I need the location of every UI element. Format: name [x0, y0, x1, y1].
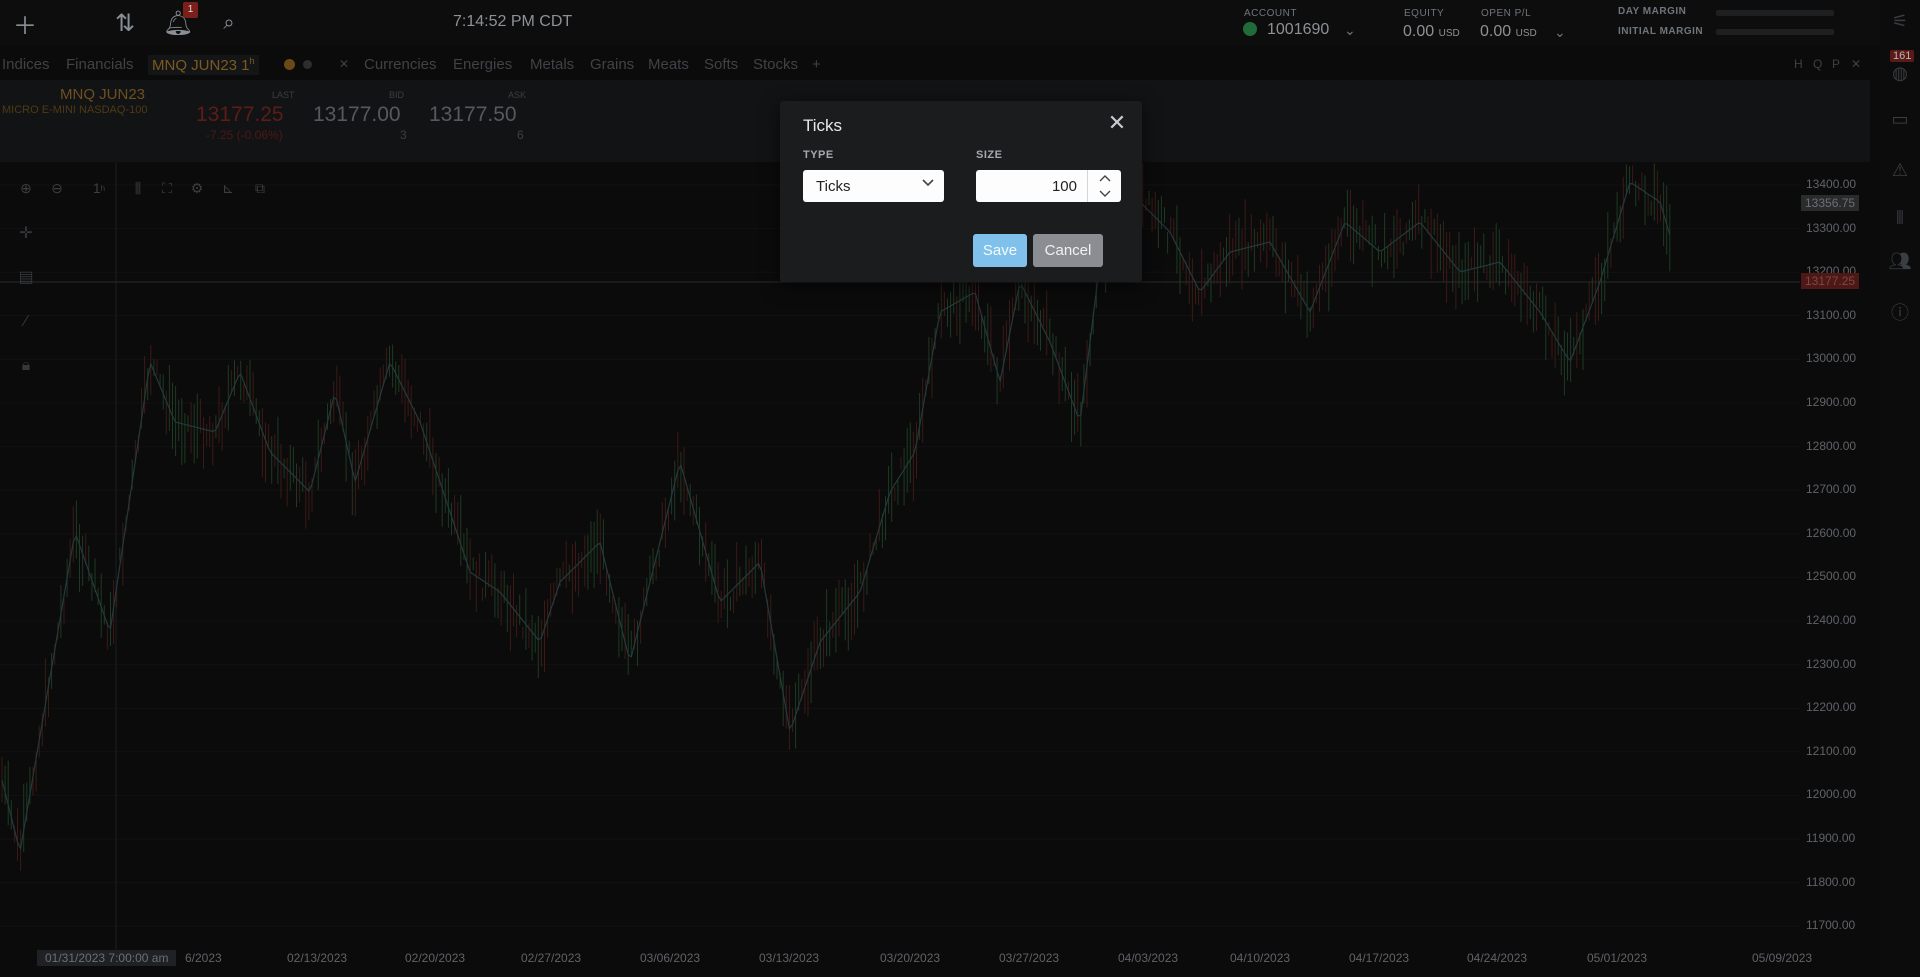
size-input[interactable]: [976, 170, 1087, 202]
type-label: TYPE: [803, 149, 834, 161]
chevron-up-icon[interactable]: [1088, 170, 1121, 186]
size-stepper: [1087, 170, 1121, 202]
chevron-down-icon: [922, 179, 934, 187]
dialog-title: Ticks: [803, 116, 843, 135]
chevron-down-icon[interactable]: [1088, 186, 1121, 202]
close-icon[interactable]: ✕: [1106, 112, 1128, 134]
save-button[interactable]: Save: [973, 234, 1027, 267]
size-label: SIZE: [976, 149, 1003, 161]
cancel-button[interactable]: Cancel: [1033, 234, 1103, 267]
type-select-value: Ticks: [816, 178, 851, 195]
type-select[interactable]: Ticks: [803, 170, 944, 202]
ticks-dialog: Ticks ✕ TYPE Ticks SIZE Save Cancel: [780, 101, 1142, 282]
